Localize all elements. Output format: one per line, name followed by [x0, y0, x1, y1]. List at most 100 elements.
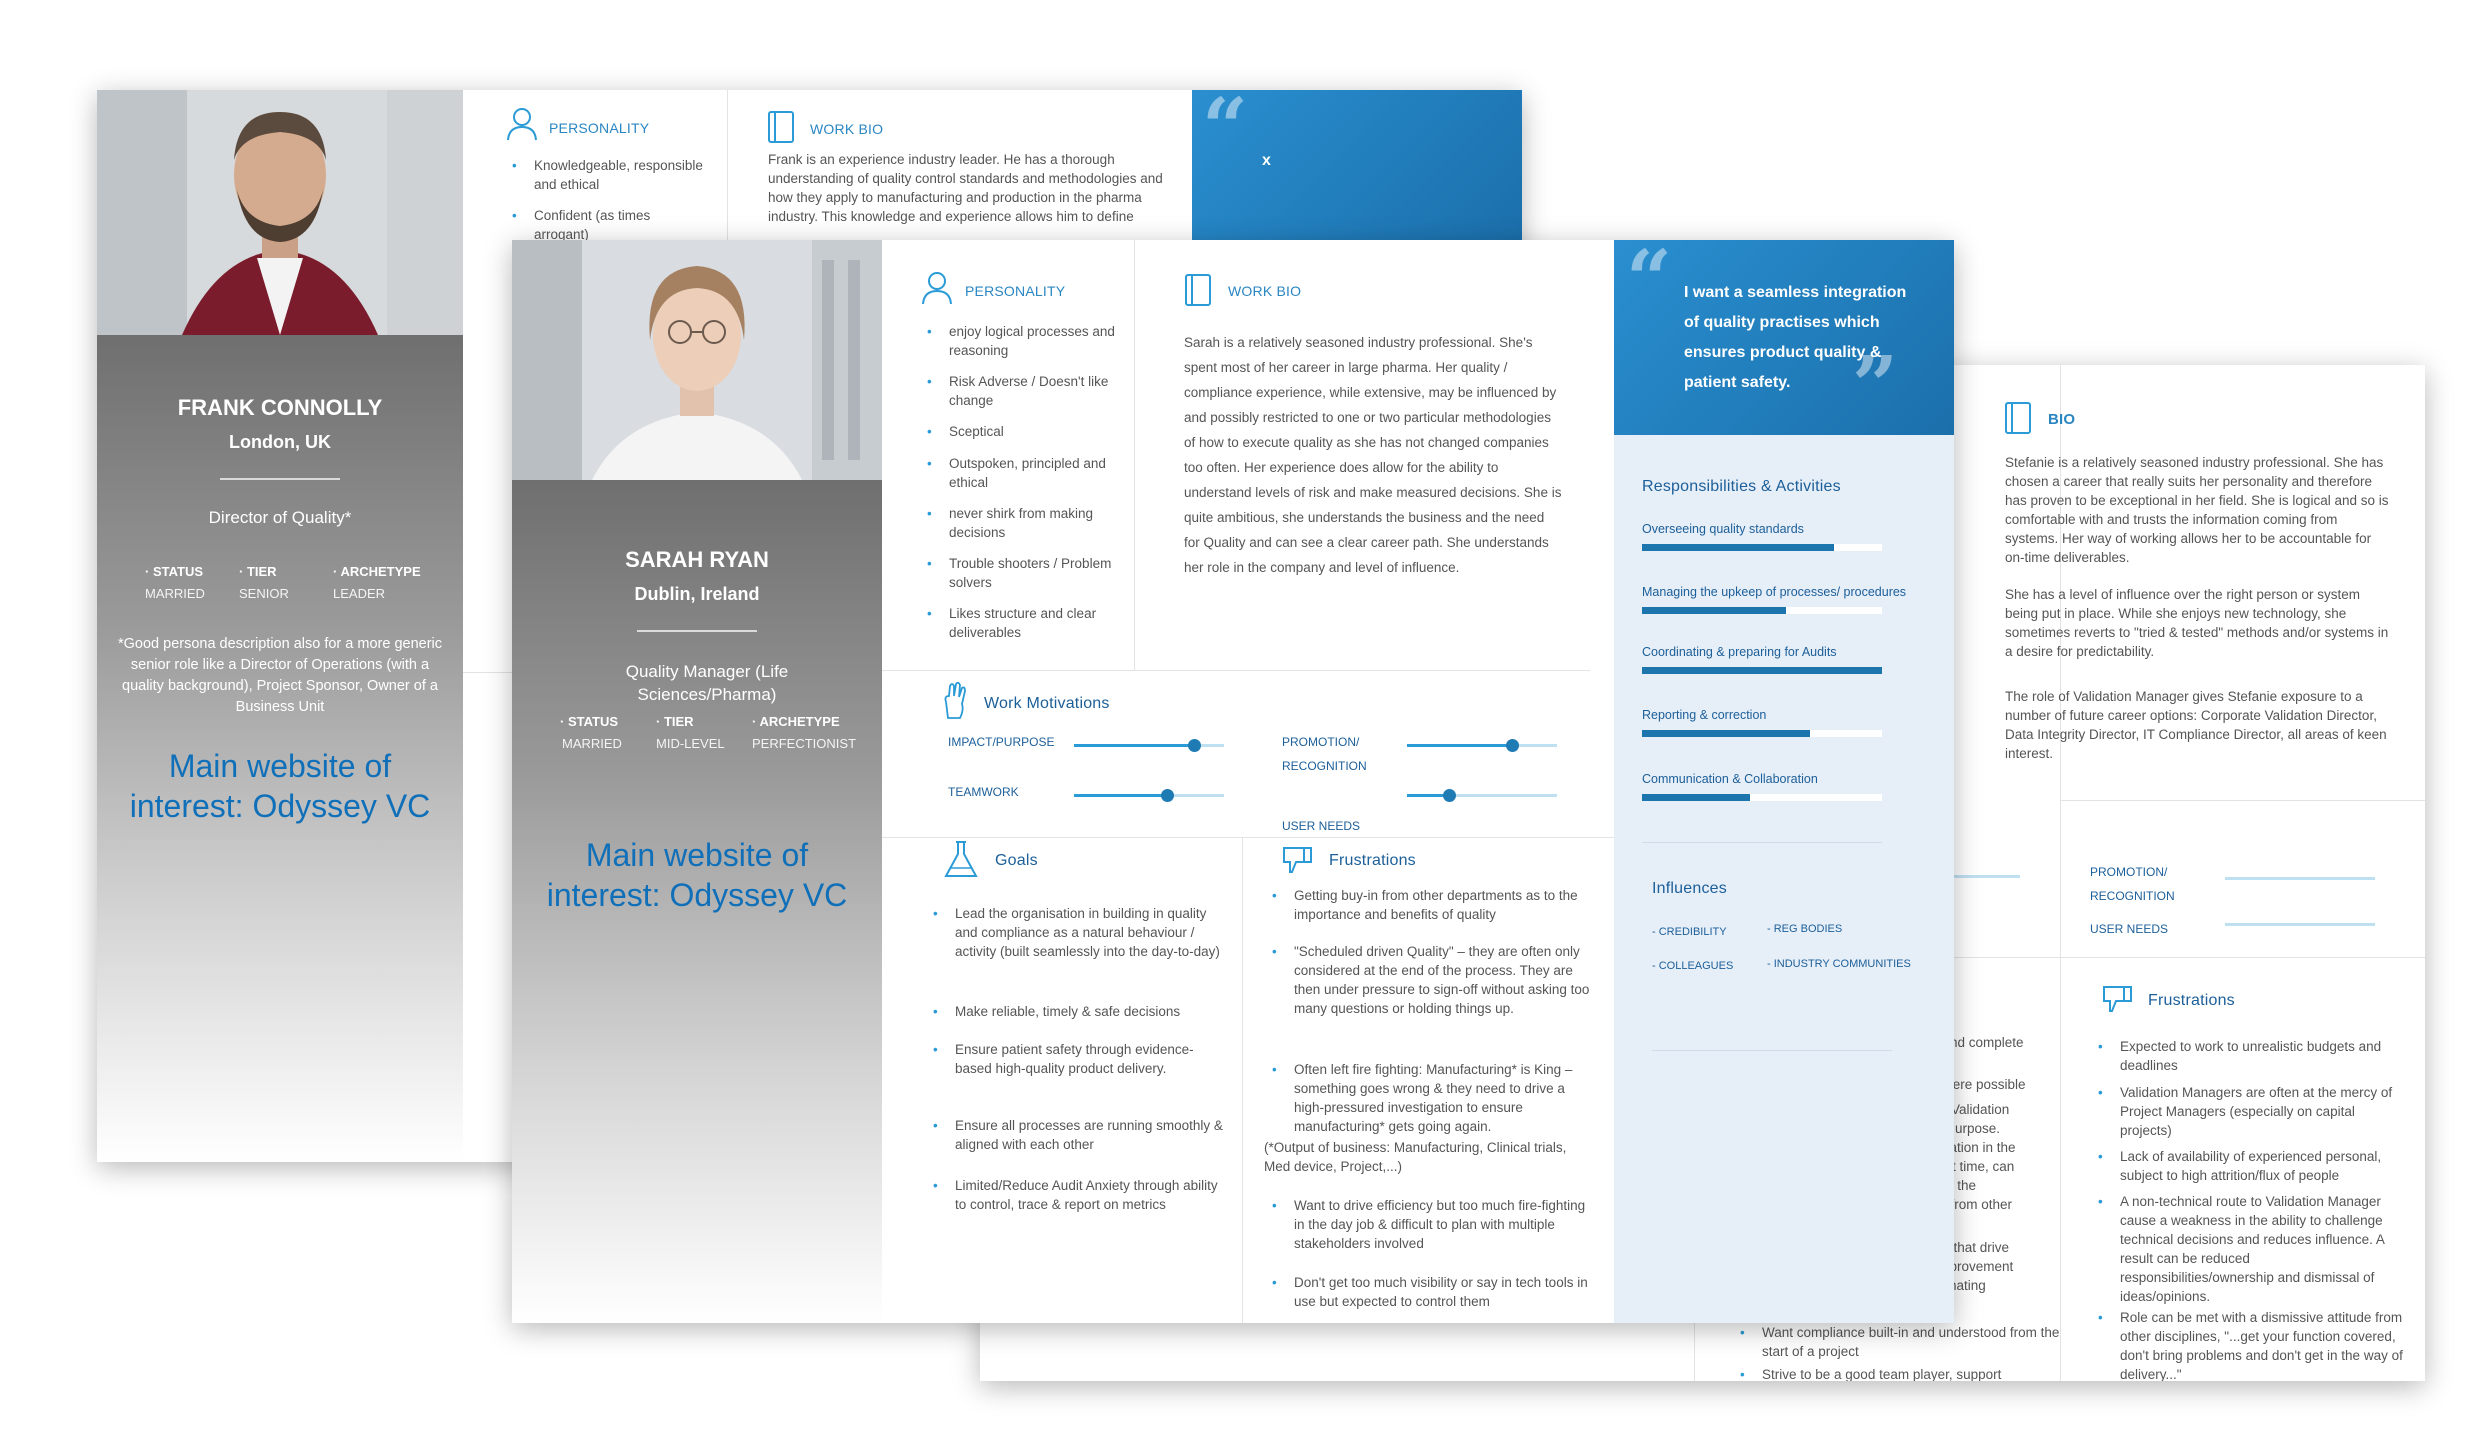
sarah-photo — [512, 240, 882, 480]
frank-note: *Good persona description also for a mor… — [117, 636, 442, 715]
personality-item: Outspoken, principled and ethical — [927, 454, 1124, 492]
responsibility-label: Overseeing quality standards — [1642, 522, 1804, 536]
personality-item: Likes structure and clear deliverables — [927, 604, 1124, 642]
sarah-workbio-title: WORK BIO — [1228, 283, 1302, 299]
frank-personality-item: Knowledgeable, responsible and ethical — [512, 156, 704, 194]
responsibility-fill — [1642, 544, 1834, 551]
goal-item: Strive to be a good team player, support — [1740, 1365, 2062, 1381]
sarah-location: Dublin, Ireland — [634, 584, 760, 604]
influences-title: Influences — [1652, 880, 1727, 897]
motivation-knob-user-needs — [1443, 789, 1456, 802]
motivation-label-user-needs: USER NEEDS — [1282, 819, 1361, 833]
motivation-knob-impact — [1188, 739, 1201, 752]
quote-open-icon: “ — [1202, 90, 1249, 174]
sarah-name: SARAH RYAN — [625, 547, 769, 572]
frank-quote-box: “ x — [1192, 90, 1522, 240]
frustration-item: "Scheduled driven Quality" – they are of… — [1272, 942, 1594, 1018]
personality-item: Risk Adverse / Doesn't like change — [927, 372, 1124, 410]
personality-item: never shirk from making decisions — [927, 504, 1124, 542]
sarah-workbio: Sarah is a relatively seasoned industry … — [1184, 335, 1562, 575]
thumbs-down-icon — [2100, 983, 2134, 1020]
goal-fragment: t time, can — [1952, 1159, 2015, 1174]
responsibility-fill — [1642, 794, 1750, 801]
goal-item: Limited/Reduce Audit Anxiety through abi… — [933, 1176, 1223, 1214]
responsibility-label: Communication & Collaboration — [1642, 772, 1818, 786]
person-icon — [505, 106, 539, 147]
goal-fragment: urpose. — [1955, 1121, 2001, 1136]
goal-item: Ensure patient safety through evidence-b… — [933, 1040, 1223, 1078]
personality-item: Trouble shooters / Problem solvers — [927, 554, 1124, 592]
frank-name: FRANK CONNOLLY — [177, 395, 383, 420]
frank-archetype-value: LEADER — [333, 586, 386, 601]
motivations-title: Work Motivations — [984, 695, 1110, 712]
motivation-label-teamwork: TEAMWORK — [948, 785, 1019, 799]
influence-item: - CREDIBILITY — [1652, 926, 1727, 938]
influence-item: - INDUSTRY COMMUNITIES — [1767, 958, 1911, 970]
persona-card-sarah: SARAH RYAN Dublin, Ireland Quality Manag… — [512, 240, 1954, 1323]
sarah-website: Main website of interest: Odyssey VC — [546, 837, 848, 913]
frustration-item: Validation Managers are often at the mer… — [2098, 1083, 2405, 1140]
frank-archetype-label: · ARCHETYPE — [333, 564, 421, 579]
motivation-knob-promotion — [1506, 739, 1519, 752]
goal-fragment: vere possible — [1946, 1077, 2026, 1092]
frustration-item: A non-technical route to Validation Mana… — [2098, 1192, 2405, 1306]
motivation-track-promotion — [2225, 877, 2375, 880]
sarah-archetype-label: · ARCHETYPE — [752, 714, 840, 729]
book-icon — [1184, 273, 1212, 312]
frank-role: Director of Quality* — [208, 508, 352, 527]
goal-item: Make reliable, timely & safe decisions — [933, 1002, 1223, 1021]
frustration-item: Don't get too much visibility or say in … — [1272, 1273, 1594, 1311]
personality-item: Sceptical — [927, 422, 1124, 441]
frustration-item: Role can be met with a dismissive attitu… — [2098, 1308, 2405, 1381]
goals-title: Goals — [995, 852, 1038, 869]
bio-title: BIO — [2048, 411, 2076, 428]
frustration-note: (*Output of business: Manufacturing, Cli… — [1264, 1140, 1567, 1174]
frank-website: Main website of interest: Odyssey VC — [129, 748, 431, 824]
bio-paragraph-2: She has a level of influence over the ri… — [2005, 587, 2389, 659]
motivation-track-user-needs — [2225, 923, 2375, 926]
frank-workbio-title: WORK BIO — [810, 121, 884, 137]
motivation-label-user-needs: USER NEEDS — [2090, 922, 2169, 936]
motivation-fill-teamwork — [1074, 794, 1167, 797]
sarah-tier-value: MID-LEVEL — [656, 736, 725, 751]
frustration-item: Getting buy-in from other departments as… — [1272, 886, 1594, 924]
frustration-item: Often left fire fighting: Manufacturing*… — [1272, 1060, 1594, 1136]
sarah-status-value: MARRIED — [562, 736, 622, 751]
frank-status-value: MARRIED — [145, 586, 205, 601]
goal-fragment: Validation — [1951, 1102, 2010, 1117]
frank-quote-text: x — [1262, 152, 1271, 169]
sarah-status-label: · STATUS — [560, 714, 619, 729]
personality-item: enjoy logical processes and reasoning — [927, 322, 1124, 360]
motivation-label-promotion: PROMOTION/ RECOGNITION — [1282, 735, 1367, 773]
quote-close-icon: ” — [1852, 338, 1899, 432]
responsibilities-title: Responsibilities & Activities — [1642, 478, 1841, 495]
thumbs-down-icon — [1280, 844, 1314, 881]
frank-workbio: Frank is an experience industry leader. … — [768, 152, 1163, 224]
frank-tier-label: · TIER — [239, 564, 277, 579]
frank-status-label: · STATUS — [145, 564, 204, 579]
motivation-knob-teamwork — [1161, 789, 1174, 802]
frank-location: London, UK — [229, 432, 331, 452]
motivation-fill-promotion — [1407, 744, 1512, 747]
frank-personality-title: PERSONALITY — [549, 120, 650, 136]
frustrations-title: Frustrations — [2148, 992, 2235, 1009]
sarah-quote-box: “ I want a seamless integration of quali… — [1614, 240, 1954, 435]
influence-item: - COLLEAGUES — [1652, 960, 1734, 972]
influence-item: - REG BODIES — [1767, 923, 1843, 935]
sarah-personality-title: PERSONALITY — [965, 283, 1066, 299]
bio-paragraph-3: The role of Validation Manager gives Ste… — [2005, 689, 2387, 761]
motivation-label-promotion: PROMOTION/ RECOGNITION — [2090, 865, 2175, 903]
quote-open-icon: “ — [1626, 240, 1673, 326]
goal-item: Lead the organisation in building in qua… — [933, 904, 1223, 961]
frank-photo — [97, 90, 463, 335]
responsibility-fill — [1642, 607, 1786, 614]
frank-personality-item: Confident (as times arrogant) — [512, 206, 704, 244]
person-icon — [920, 270, 954, 311]
goal-fragment: nd complete — [1950, 1035, 2024, 1050]
responsibility-fill — [1642, 667, 1882, 674]
responsibility-label: Coordinating & preparing for Audits — [1642, 645, 1837, 659]
motivation-fill-impact — [1074, 744, 1194, 747]
motivation-label-impact: IMPACT/PURPOSE — [948, 735, 1055, 749]
frank-tier-value: SENIOR — [239, 586, 289, 601]
responsibility-label: Managing the upkeep of processes/ proced… — [1642, 585, 1907, 599]
